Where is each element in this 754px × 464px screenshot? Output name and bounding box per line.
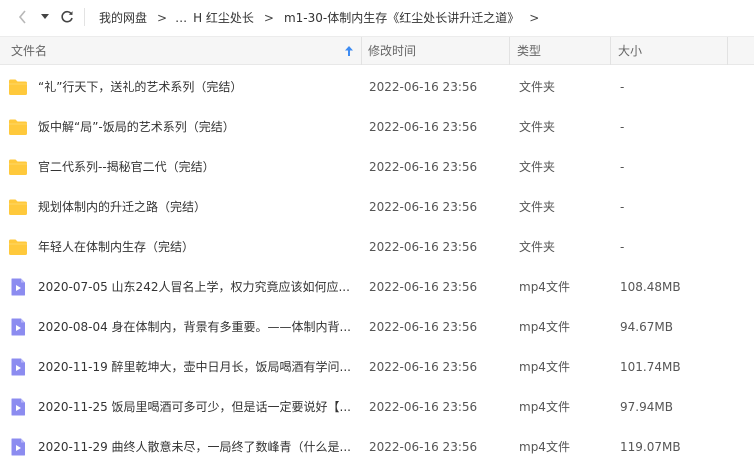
file-name: 2020-07-05 山东242人冒名上学，权力究竟应该如何应... [38,280,350,294]
video-file-icon [11,358,25,376]
column-header-time[interactable]: 修改时间 [368,37,416,65]
history-dropdown-button[interactable] [34,6,56,28]
folder-icon [9,79,27,95]
sort-up-icon[interactable] [344,45,354,57]
table-row[interactable]: 2020-08-04 身在体制内，背景有多重要。——体制内背... 2022-0… [0,307,754,347]
video-file-icon [11,278,25,296]
file-type: mp4文件 [519,360,570,374]
file-name: 2020-08-04 身在体制内，背景有多重要。——体制内背... [38,320,351,334]
table-row[interactable]: 饭中解“局”-饭局的艺术系列（完结） 2022-06-16 23:56 文件夹 … [0,107,754,147]
folder-icon [9,239,27,255]
file-type: 文件夹 [519,200,556,214]
column-divider[interactable] [361,37,362,65]
file-size: 94.67MB [620,320,673,334]
file-name: 年轻人在体制内生存（完结） [38,240,195,254]
table-row[interactable]: “礼”行天下，送礼的艺术系列（完结） 2022-06-16 23:56 文件夹 … [0,67,754,107]
file-type: 文件夹 [519,240,556,254]
table-row[interactable]: 规划体制内的升迁之路（完结） 2022-06-16 23:56 文件夹 - [0,187,754,227]
file-modified-time: 2022-06-16 23:56 [369,400,478,414]
column-header-name[interactable]: 文件名 [11,37,47,65]
file-type: mp4文件 [519,280,570,294]
file-size: - [620,120,625,134]
table-row[interactable]: 2020-11-19 醉里乾坤大，壶中日月长，饭局喝酒有学问... 2022-0… [0,347,754,387]
table-row[interactable]: 官二代系列--揭秘官二代（完结） 2022-06-16 23:56 文件夹 - [0,147,754,187]
file-modified-time: 2022-06-16 23:56 [369,360,478,374]
file-modified-time: 2022-06-16 23:56 [369,200,478,214]
folder-icon [9,119,27,135]
file-name: 2020-11-29 曲终人散意未尽，一局终了数峰青（什么是... [38,440,351,454]
file-name: “礼”行天下，送礼的艺术系列（完结） [38,80,243,94]
file-size: - [620,240,625,254]
table-row[interactable]: 2020-11-25 饭局里喝酒可多可少，但是话一定要说好【... 2022-0… [0,387,754,427]
breadcrumb: 我的网盘 > … H 红尘处长 > m1-30-体制内生存《红尘处长讲升迁之道》… [97,0,547,35]
file-type: 文件夹 [519,80,556,94]
toolbar: 我的网盘 > … H 红尘处长 > m1-30-体制内生存《红尘处长讲升迁之道》… [0,0,754,35]
file-modified-time: 2022-06-16 23:56 [369,240,478,254]
file-size: - [620,200,625,214]
file-type: 文件夹 [519,120,556,134]
table-row[interactable]: 年轻人在体制内生存（完结） 2022-06-16 23:56 文件夹 - [0,227,754,267]
breadcrumb-item-parent[interactable]: H 红尘处长 [191,9,256,26]
file-name: 规划体制内的升迁之路（完结） [38,200,207,214]
breadcrumb-item-current[interactable]: m1-30-体制内生存《红尘处长讲升迁之道》 [282,9,521,26]
caret-down-icon [41,14,49,19]
file-modified-time: 2022-06-16 23:56 [369,120,478,134]
column-divider[interactable] [610,37,611,65]
file-type: mp4文件 [519,440,570,454]
file-modified-time: 2022-06-16 23:56 [369,320,478,334]
breadcrumb-item-root[interactable]: 我的网盘 [97,9,149,26]
refresh-button[interactable] [56,6,78,28]
file-name: 2020-11-19 醉里乾坤大，壶中日月长，饭局喝酒有学问... [38,360,351,374]
file-size: - [620,80,625,94]
file-type: mp4文件 [519,320,570,334]
file-name: 饭中解“局”-饭局的艺术系列（完结） [38,120,235,134]
file-size: 101.74MB [620,360,681,374]
file-modified-time: 2022-06-16 23:56 [369,440,478,454]
file-type: mp4文件 [519,400,570,414]
file-modified-time: 2022-06-16 23:56 [369,80,478,94]
column-header-size[interactable]: 大小 [618,37,642,65]
toolbar-divider [84,8,85,26]
table-row[interactable]: 2020-11-29 曲终人散意未尽，一局终了数峰青（什么是... 2022-0… [0,427,754,464]
table-row[interactable]: 2020-07-05 山东242人冒名上学，权力究竟应该如何应... 2022-… [0,267,754,307]
column-divider[interactable] [727,37,728,65]
file-type: 文件夹 [519,160,556,174]
column-divider[interactable] [509,37,510,65]
file-list-header: 文件名 修改时间 类型 大小 [0,36,754,65]
video-file-icon [11,398,25,416]
chevron-left-icon [18,10,26,24]
video-file-icon [11,438,25,456]
video-file-icon [11,318,25,336]
file-list: “礼”行天下，送礼的艺术系列（完结） 2022-06-16 23:56 文件夹 … [0,67,754,464]
file-modified-time: 2022-06-16 23:56 [369,280,478,294]
refresh-icon [61,10,73,23]
file-modified-time: 2022-06-16 23:56 [369,160,478,174]
breadcrumb-separator: > [263,10,274,25]
column-header-type[interactable]: 类型 [517,37,541,65]
folder-icon [9,159,27,175]
breadcrumb-separator: > [157,10,168,25]
file-name: 2020-11-25 饭局里喝酒可多可少，但是话一定要说好【... [38,400,351,414]
back-button[interactable] [12,6,34,28]
file-name: 官二代系列--揭秘官二代（完结） [38,160,215,174]
folder-icon [9,199,27,215]
breadcrumb-separator: > [529,10,540,25]
file-size: 108.48MB [620,280,681,294]
file-size: 119.07MB [620,440,681,454]
breadcrumb-item-ellipsis[interactable]: … [175,11,191,25]
file-size: - [620,160,625,174]
file-size: 97.94MB [620,400,673,414]
